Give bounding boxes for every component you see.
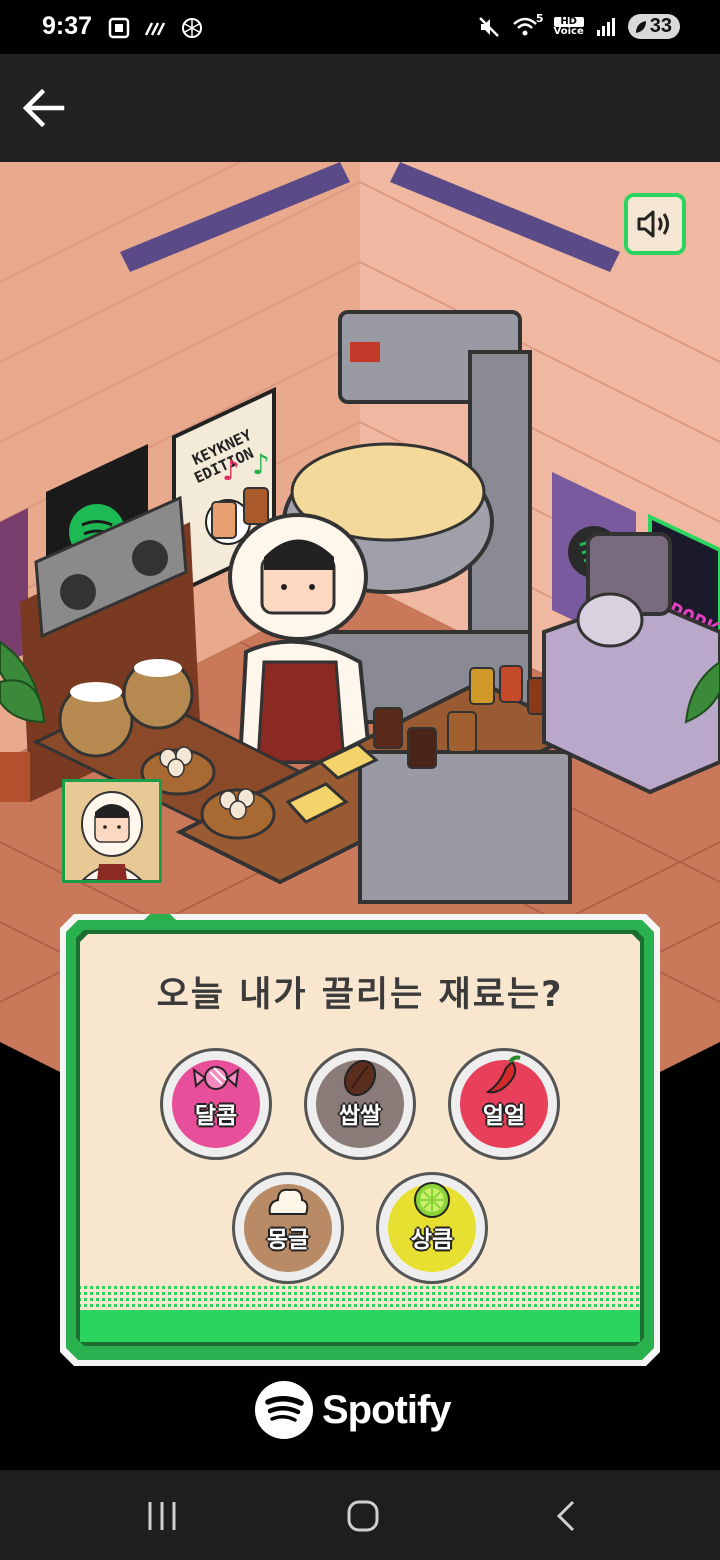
screenshot-icon <box>108 17 130 39</box>
svg-text:♪: ♪ <box>222 454 240 487</box>
spotify-icon <box>255 1381 313 1439</box>
status-time: 9:37 <box>42 12 93 40</box>
recent-apps-icon <box>148 1502 176 1530</box>
option-label: 상큼 <box>410 1226 454 1253</box>
option-sweet[interactable]: 달콤 <box>160 1048 272 1160</box>
back-chevron-icon <box>556 1500 575 1532</box>
spotify-wordmark: Spotify <box>322 1387 452 1432</box>
status-bar: 9:37 5 HD Voice 33 <box>0 0 720 54</box>
baker-avatar <box>65 782 159 881</box>
sound-button[interactable] <box>624 193 686 255</box>
battery-saver-icon <box>635 20 646 33</box>
option-label: 쌉쌀 <box>338 1102 382 1129</box>
battery-indicator: 33 <box>627 14 680 39</box>
hd-voice-badge: HD Voice <box>553 16 584 37</box>
network-label: 5 <box>535 11 544 25</box>
app-bar <box>0 54 720 162</box>
option-bitter[interactable]: 쌉쌀 <box>304 1048 416 1160</box>
voice-label: Voice <box>553 25 584 37</box>
battery-level: 33 <box>649 15 672 37</box>
arrow-left-icon <box>22 88 65 128</box>
svg-text:♪: ♪ <box>252 448 270 481</box>
character-portrait <box>62 779 162 883</box>
spotify-logo: Spotify <box>254 1380 452 1440</box>
status-right-icons: 5 HD Voice 33 <box>478 12 680 39</box>
lime-icon <box>414 1182 450 1218</box>
hd-label: HD <box>553 16 584 27</box>
choice-dialog: 오늘 내가 끌리는 재료는? 달콤 쌉쌀 얼얼 몽글 상큼 <box>60 914 660 1366</box>
option-label: 얼얼 <box>482 1102 526 1129</box>
dialog-question: 오늘 내가 끌리는 재료는? <box>156 975 564 1015</box>
speaker-icon <box>637 210 669 238</box>
mute-icon <box>478 16 499 37</box>
cell-signal-icon <box>596 17 615 36</box>
home-button[interactable] <box>333 1496 393 1536</box>
option-spicy[interactable]: 얼얼 <box>448 1048 560 1160</box>
cream-dollop-icon <box>268 1188 309 1215</box>
back-button[interactable] <box>18 82 70 134</box>
cacao-bean-icon <box>343 1059 377 1097</box>
wifi-icon: 5 <box>512 12 544 38</box>
system-back-button[interactable] <box>535 1496 595 1536</box>
option-label: 몽글 <box>266 1226 310 1253</box>
chili-pepper-icon <box>485 1055 521 1094</box>
option-label: 달콤 <box>194 1102 238 1129</box>
home-icon <box>347 1500 379 1532</box>
openai-icon <box>182 18 202 38</box>
option-soft[interactable]: 몽글 <box>232 1172 344 1284</box>
game-scene: LO-FI DOUGH KEYKNEY EDITION PORK BEAT <box>0 162 720 1470</box>
option-tangy[interactable]: 상큼 <box>376 1172 488 1284</box>
status-left-icons <box>108 16 204 40</box>
candy-icon <box>192 1066 240 1090</box>
recent-apps-button[interactable] <box>132 1496 192 1536</box>
system-nav-bar <box>0 1470 720 1560</box>
signal-lines-icon <box>144 22 166 36</box>
